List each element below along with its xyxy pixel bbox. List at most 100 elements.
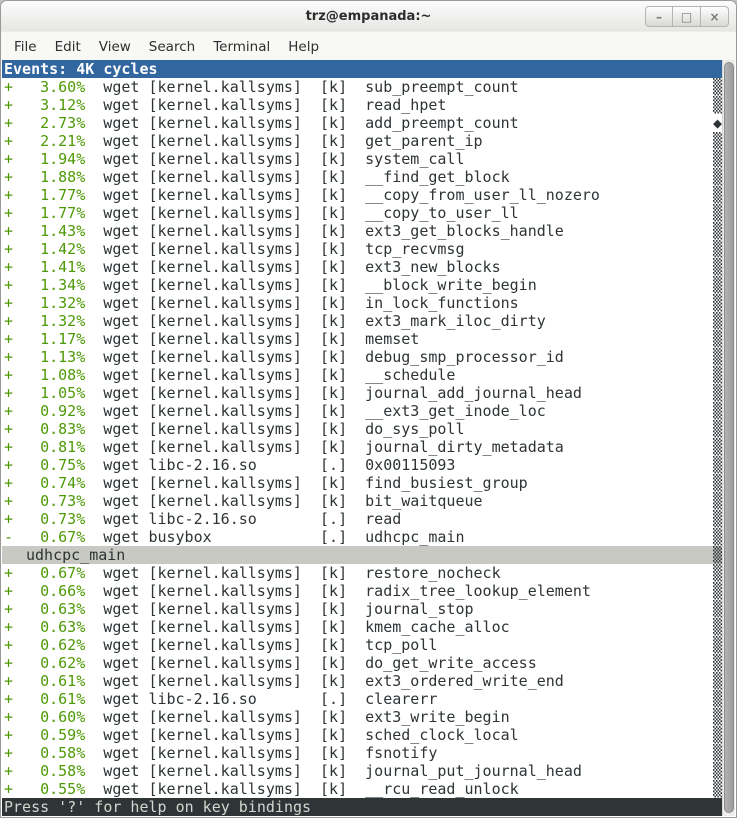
perf-row[interactable]: +0.62%wget[kernel.kallsyms][k]do_get_wri… <box>2 654 722 672</box>
menu-item-search[interactable]: Search <box>140 35 204 59</box>
perf-row[interactable]: +1.42%wget[kernel.kallsyms][k]tcp_recvms… <box>2 240 722 258</box>
perf-row[interactable]: +1.88%wget[kernel.kallsyms][k]__find_get… <box>2 168 722 186</box>
minimize-button[interactable]: – <box>645 6 673 27</box>
perf-row[interactable]: +1.94%wget[kernel.kallsyms][k]system_cal… <box>2 150 722 168</box>
expand-toggle[interactable]: + <box>4 600 13 618</box>
perf-row[interactable]: +0.55%wget[kernel.kallsyms][k]__rcu_read… <box>2 780 722 798</box>
perf-row[interactable]: +0.63%wget[kernel.kallsyms][k]kmem_cache… <box>2 618 722 636</box>
perf-row[interactable]: +1.08%wget[kernel.kallsyms][k]__schedule… <box>2 366 722 384</box>
overhead-percent: 0.73% <box>13 510 85 528</box>
callchain-row[interactable]: udhcpc_main▒ <box>2 546 722 564</box>
perf-row[interactable]: +1.34%wget[kernel.kallsyms][k]__block_wr… <box>2 276 722 294</box>
expand-toggle[interactable]: + <box>4 780 13 798</box>
perf-row[interactable]: +0.81%wget[kernel.kallsyms][k]journal_di… <box>2 438 722 456</box>
perf-row[interactable]: +1.17%wget[kernel.kallsyms][k]memset▒ <box>2 330 722 348</box>
title-bar[interactable]: trz@empanada:~ –□× <box>1 1 736 31</box>
expand-toggle[interactable]: + <box>4 114 13 132</box>
perf-row[interactable]: -0.67%wgetbusybox[.]udhcpc_main▒ <box>2 528 722 546</box>
perf-row[interactable]: +0.92%wget[kernel.kallsyms][k]__ext3_get… <box>2 402 722 420</box>
perf-row[interactable]: +0.62%wget[kernel.kallsyms][k]tcp_poll▒ <box>2 636 722 654</box>
perf-row[interactable]: +3.12%wget[kernel.kallsyms][k]read_hpet▒ <box>2 96 722 114</box>
perf-row[interactable]: +1.05%wget[kernel.kallsyms][k]journal_ad… <box>2 384 722 402</box>
perf-row[interactable]: +1.77%wget[kernel.kallsyms][k]__copy_fro… <box>2 186 722 204</box>
expand-toggle[interactable]: + <box>4 564 13 582</box>
perf-row[interactable]: +1.43%wget[kernel.kallsyms][k]ext3_get_b… <box>2 222 722 240</box>
expand-toggle[interactable]: + <box>4 366 13 384</box>
perf-row[interactable]: +0.60%wget[kernel.kallsyms][k]ext3_write… <box>2 708 722 726</box>
expand-toggle[interactable]: + <box>4 636 13 654</box>
perf-row[interactable]: +0.66%wget[kernel.kallsyms][k]radix_tree… <box>2 582 722 600</box>
perf-row[interactable]: +0.63%wget[kernel.kallsyms][k]journal_st… <box>2 600 722 618</box>
scrollbar-thumb[interactable] <box>724 62 734 813</box>
perf-row[interactable]: +0.83%wget[kernel.kallsyms][k]do_sys_pol… <box>2 420 722 438</box>
expand-toggle[interactable]: + <box>4 654 13 672</box>
perf-row[interactable]: +0.67%wget[kernel.kallsyms][k]restore_no… <box>2 564 722 582</box>
expand-toggle[interactable]: + <box>4 402 13 420</box>
privilege-level: [k] <box>320 708 365 726</box>
expand-toggle[interactable]: + <box>4 168 13 186</box>
perf-row[interactable]: +3.60%wget[kernel.kallsyms][k]sub_preemp… <box>2 78 722 96</box>
menu-item-help[interactable]: Help <box>279 35 328 59</box>
perf-row[interactable]: +1.32%wget[kernel.kallsyms][k]in_lock_fu… <box>2 294 722 312</box>
expand-toggle[interactable]: + <box>4 618 13 636</box>
perf-row[interactable]: +0.75%wgetlibc-2.16.so[.]0x00115093▒ <box>2 456 722 474</box>
overhead-percent: 0.59% <box>13 726 85 744</box>
perf-row[interactable]: +1.41%wget[kernel.kallsyms][k]ext3_new_b… <box>2 258 722 276</box>
shared-object-name: [kernel.kallsyms] <box>148 636 320 654</box>
perf-row[interactable]: +1.32%wget[kernel.kallsyms][k]ext3_mark_… <box>2 312 722 330</box>
menu-item-terminal[interactable]: Terminal <box>204 35 279 59</box>
expand-toggle[interactable]: + <box>4 204 13 222</box>
expand-toggle[interactable]: + <box>4 312 13 330</box>
shared-object-name: [kernel.kallsyms] <box>148 384 320 402</box>
maximize-button[interactable]: □ <box>673 6 701 27</box>
expand-toggle[interactable]: + <box>4 492 13 510</box>
expand-toggle[interactable]: + <box>4 726 13 744</box>
expand-toggle[interactable]: + <box>4 276 13 294</box>
expand-toggle[interactable]: + <box>4 222 13 240</box>
perf-row[interactable]: +0.73%wget[kernel.kallsyms][k]bit_waitqu… <box>2 492 722 510</box>
perf-row[interactable]: +0.59%wget[kernel.kallsyms][k]sched_cloc… <box>2 726 722 744</box>
expand-toggle[interactable]: + <box>4 78 13 96</box>
expand-toggle[interactable]: + <box>4 186 13 204</box>
expand-toggle[interactable]: + <box>4 438 13 456</box>
perf-row[interactable]: +2.21%wget[kernel.kallsyms][k]get_parent… <box>2 132 722 150</box>
close-button[interactable]: × <box>701 6 729 27</box>
expand-toggle[interactable]: + <box>4 762 13 780</box>
expand-toggle[interactable]: + <box>4 420 13 438</box>
expand-toggle[interactable]: + <box>4 708 13 726</box>
expand-toggle[interactable]: + <box>4 330 13 348</box>
perf-row[interactable]: +0.61%wgetlibc-2.16.so[.]clearerr▒ <box>2 690 722 708</box>
expand-toggle[interactable]: + <box>4 96 13 114</box>
shared-object-name: [kernel.kallsyms] <box>148 672 320 690</box>
expand-toggle[interactable]: + <box>4 744 13 762</box>
expand-toggle[interactable]: + <box>4 474 13 492</box>
expand-toggle[interactable]: + <box>4 510 13 528</box>
scrollbar-checker-icon: ▒ <box>713 366 722 384</box>
perf-row[interactable]: +0.58%wget[kernel.kallsyms][k]fsnotify▒ <box>2 744 722 762</box>
expand-toggle[interactable]: + <box>4 672 13 690</box>
terminal-scrollbar[interactable] <box>722 60 735 816</box>
perf-row[interactable]: +0.73%wgetlibc-2.16.so[.]read▒ <box>2 510 722 528</box>
expand-toggle[interactable]: + <box>4 348 13 366</box>
expand-toggle[interactable]: + <box>4 240 13 258</box>
expand-toggle[interactable]: - <box>4 528 13 546</box>
perf-row[interactable]: +0.58%wget[kernel.kallsyms][k]journal_pu… <box>2 762 722 780</box>
perf-row[interactable]: +1.77%wget[kernel.kallsyms][k]__copy_to_… <box>2 204 722 222</box>
menu-item-view[interactable]: View <box>90 35 140 59</box>
overhead-percent: 1.43% <box>13 222 85 240</box>
expand-toggle[interactable]: + <box>4 258 13 276</box>
perf-row[interactable]: +1.13%wget[kernel.kallsyms][k]debug_smp_… <box>2 348 722 366</box>
symbol-name: tcp_poll <box>365 636 713 654</box>
expand-toggle[interactable]: + <box>4 150 13 168</box>
perf-row[interactable]: +0.74%wget[kernel.kallsyms][k]find_busie… <box>2 474 722 492</box>
expand-toggle[interactable]: + <box>4 294 13 312</box>
expand-toggle[interactable]: + <box>4 582 13 600</box>
perf-row[interactable]: +0.61%wget[kernel.kallsyms][k]ext3_order… <box>2 672 722 690</box>
menu-item-edit[interactable]: Edit <box>46 35 90 59</box>
perf-row[interactable]: +2.73%wget[kernel.kallsyms][k]add_preemp… <box>2 114 722 132</box>
expand-toggle[interactable]: + <box>4 690 13 708</box>
expand-toggle[interactable]: + <box>4 132 13 150</box>
menu-item-file[interactable]: File <box>5 35 46 59</box>
expand-toggle[interactable]: + <box>4 384 13 402</box>
expand-toggle[interactable]: + <box>4 456 13 474</box>
